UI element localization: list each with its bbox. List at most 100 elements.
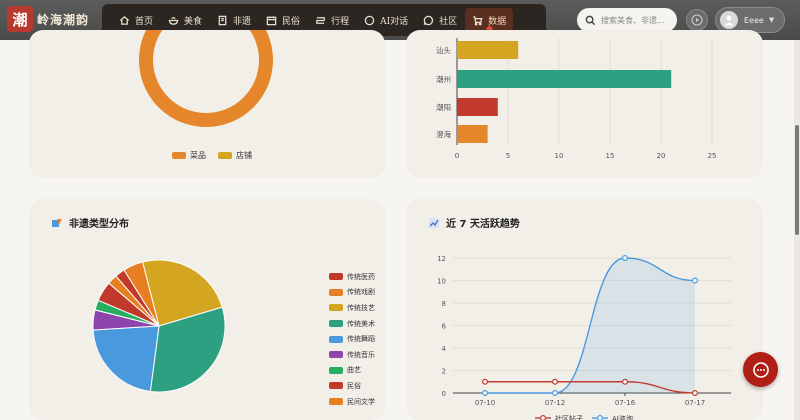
legend-item-dishes[interactable]: 菜品 <box>172 150 206 161</box>
legend-item[interactable]: 传统技艺 <box>329 300 375 316</box>
logo-char: 潮 <box>12 10 28 29</box>
legend-label[interactable]: 社区帖子 <box>555 414 583 420</box>
y-tick-label: 澄海 <box>436 129 451 139</box>
legend-label: 民俗 <box>347 381 361 390</box>
legend-label: 店铺 <box>236 151 252 160</box>
data-point[interactable] <box>552 378 559 385</box>
x-tick-label: 25 <box>708 152 717 160</box>
legend-marker[interactable] <box>597 415 603 420</box>
pie-slice-传统舞蹈[interactable] <box>92 325 160 392</box>
x-tick-label: 10 <box>555 152 564 160</box>
bar-潮州[interactable] <box>457 70 672 88</box>
chat-assistant-button[interactable] <box>743 352 778 387</box>
play-button[interactable] <box>686 9 708 31</box>
bar-汕头[interactable] <box>457 41 519 59</box>
y-tick-label: 4 <box>442 345 447 353</box>
search-icon <box>585 15 596 25</box>
legend-item[interactable]: 传统戏剧 <box>329 285 375 301</box>
data-point[interactable] <box>622 254 629 261</box>
legend-label: 传统音乐 <box>347 350 375 359</box>
legend-item[interactable]: 民间文学 <box>329 394 375 410</box>
y-tick-label: 10 <box>437 278 446 286</box>
data-point[interactable] <box>552 390 559 397</box>
data-point[interactable] <box>481 390 488 397</box>
legend-swatch <box>172 152 186 159</box>
legend-swatch <box>329 288 343 296</box>
chevron-down-icon: ▼ <box>768 16 775 24</box>
data-point[interactable] <box>622 378 629 385</box>
chat-icon <box>364 15 375 25</box>
legend-swatch <box>329 320 343 328</box>
legend-label[interactable]: AI咨询 <box>612 414 633 420</box>
donut-legend: 菜品 店铺 <box>172 150 264 161</box>
donut-slice-0[interactable] <box>139 30 273 127</box>
nav-label: 社区 <box>439 16 458 27</box>
y-tick-label: 8 <box>442 300 446 308</box>
cart-icon <box>473 15 483 26</box>
food-bowl-icon <box>168 16 179 25</box>
legend-swatch <box>329 366 343 374</box>
legend-item-shops[interactable]: 店铺 <box>218 150 252 161</box>
heritage-pie-card: 非遗类型分布 传统医药 传统戏剧 传统技艺 传统美术 传统舞蹈 传统音乐 曲艺 民俗 民间文学 <box>29 199 385 420</box>
site-title[interactable]: 岭海潮韵 <box>37 11 89 28</box>
legend-swatch <box>329 382 343 390</box>
nav-item-ai-chat[interactable]: AI对话 <box>357 8 415 32</box>
y-tick-label: 12 <box>437 255 446 263</box>
x-tick-label: 5 <box>506 152 510 160</box>
page-scrollbar[interactable] <box>794 40 800 420</box>
nav-item-food[interactable]: 美食 <box>161 8 209 32</box>
nav-label: 行程 <box>331 16 350 27</box>
data-point[interactable] <box>481 378 488 385</box>
legend-item[interactable]: 传统舞蹈 <box>329 331 375 347</box>
user-icon <box>724 15 734 26</box>
legend-item[interactable]: 传统美术 <box>329 316 375 332</box>
donut-chart <box>139 30 273 127</box>
shop-donut-card: 菜品 店铺 <box>29 30 385 178</box>
x-tick-label: 07-17 <box>685 399 705 407</box>
comment-icon <box>423 15 434 25</box>
heritage-pie-chart <box>92 259 226 393</box>
nav-label: AI对话 <box>380 16 409 27</box>
nav-label: 民俗 <box>282 16 301 27</box>
nav-item-community[interactable]: 社区 <box>416 8 464 32</box>
legend-item[interactable]: 民俗 <box>329 378 375 394</box>
legend-label: 传统医药 <box>347 272 375 281</box>
legend-item[interactable]: 曲艺 <box>329 363 375 379</box>
data-point[interactable] <box>692 277 699 284</box>
legend-marker[interactable] <box>540 415 546 420</box>
legend-label: 传统技艺 <box>347 303 375 312</box>
logo-icon[interactable]: 潮 <box>7 6 33 32</box>
legend-label: 菜品 <box>190 151 206 160</box>
data-point[interactable] <box>692 390 699 397</box>
route-icon <box>316 16 325 24</box>
x-tick-label: 15 <box>606 152 615 160</box>
legend-swatch <box>329 398 343 406</box>
y-tick-label: 潮阳 <box>436 102 451 112</box>
nav-label: 美食 <box>184 16 203 27</box>
y-tick-label: 0 <box>442 390 446 398</box>
nav-item-trip[interactable]: 行程 <box>308 8 356 32</box>
search-input[interactable] <box>601 15 671 25</box>
y-tick-label: 汕头 <box>436 45 451 55</box>
home-icon <box>119 15 130 25</box>
activity-trend-card: 近 7 天活跃趋势 0 2 4 6 8 10 12 07-10 07-12 07-16 07-17 社… <box>406 199 763 420</box>
legend-swatch <box>329 335 343 343</box>
heritage-legend: 传统医药传统戏剧传统技艺传统美术 传统舞蹈传统音乐曲艺民俗民间文学 <box>329 269 375 409</box>
legend-item[interactable]: 传统医药 <box>329 269 375 285</box>
nav-item-custom[interactable]: 民俗 <box>259 8 307 32</box>
scrollbar-thumb[interactable] <box>795 125 799 235</box>
calendar-icon <box>266 15 277 25</box>
bar-潮阳[interactable] <box>457 98 498 116</box>
region-bar-chart: 0 5 10 15 20 25 汕头潮州潮阳澄海 <box>436 38 717 160</box>
nav-item-data[interactable]: 数据 <box>465 8 514 33</box>
y-tick-label: 潮州 <box>436 74 451 84</box>
search-box[interactable] <box>577 8 677 32</box>
legend-swatch <box>218 152 232 159</box>
bar-澄海[interactable] <box>457 125 488 143</box>
nav-item-home[interactable]: 首页 <box>112 8 160 32</box>
legend-item[interactable]: 传统音乐 <box>329 347 375 363</box>
y-tick-label: 2 <box>442 368 446 376</box>
play-circle-icon <box>691 14 703 26</box>
nav-item-heritage[interactable]: 非遗 <box>210 8 258 32</box>
legend-swatch <box>329 273 343 281</box>
